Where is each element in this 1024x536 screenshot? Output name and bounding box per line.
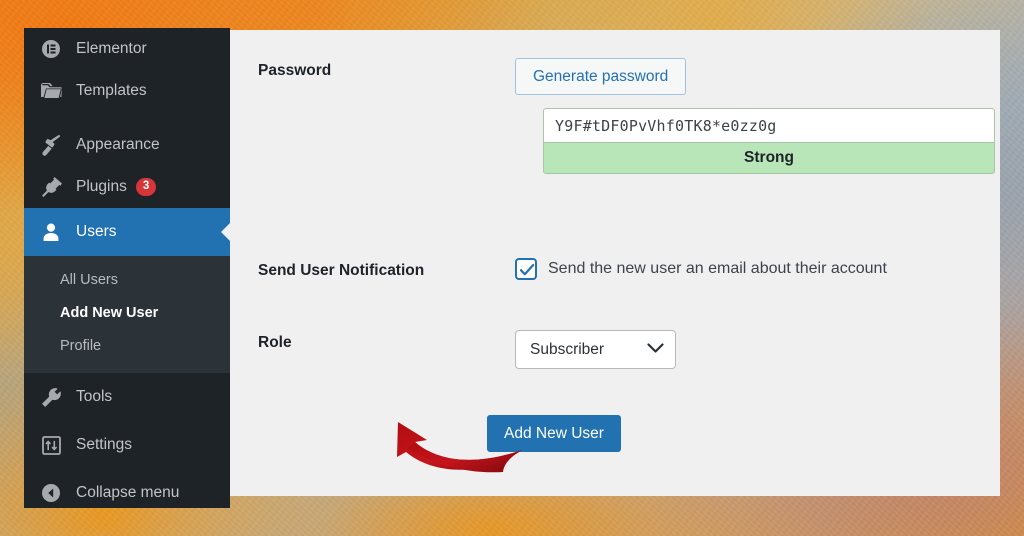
sidebar-item-profile[interactable]: Profile	[24, 330, 230, 363]
role-select-value: Subscriber	[530, 340, 605, 358]
notification-field: Send the new user an email about their a…	[515, 258, 887, 280]
sidebar-item-tools[interactable]: Tools	[24, 373, 230, 421]
sidebar-item-label: Users	[76, 223, 117, 240]
password-field-group: Strong	[543, 108, 995, 174]
send-user-notification-label: Send User Notification	[258, 262, 425, 279]
role-label: Role	[258, 334, 292, 351]
sidebar-item-label: Templates	[76, 82, 147, 99]
generate-password-button[interactable]: Generate password	[515, 58, 687, 96]
password-label: Password	[258, 62, 332, 79]
password-strength-indicator: Strong	[543, 142, 995, 174]
send-user-notification-row: Send User Notification Send the new user…	[230, 258, 1000, 280]
sidebar-item-settings[interactable]: Settings	[24, 421, 230, 469]
sidebar-divider	[24, 112, 230, 124]
sidebar-item-collapse-menu[interactable]: Collapse menu	[24, 469, 230, 508]
sidebar-item-appearance[interactable]: Appearance	[24, 124, 230, 166]
role-select[interactable]: Subscriber	[515, 330, 676, 369]
add-new-user-submit-button[interactable]: Add New User	[487, 415, 621, 453]
collapse-arrow-icon	[38, 482, 64, 504]
sidebar-item-label: Elementor	[76, 40, 147, 57]
user-icon	[38, 221, 64, 243]
plug-icon	[38, 176, 64, 198]
send-notification-checkbox[interactable]	[515, 258, 537, 280]
sidebar-item-label: Plugins	[76, 178, 127, 195]
wrench-icon	[38, 386, 64, 408]
chevron-down-icon	[647, 341, 664, 359]
notification-checkbox-label: Send the new user an email about their a…	[548, 260, 887, 277]
role-row: Role Subscriber	[230, 330, 1000, 369]
folder-icon	[38, 80, 64, 102]
paintbrush-icon	[38, 134, 64, 156]
sidebar-item-label: Appearance	[76, 136, 160, 153]
sidebar-item-label: Tools	[76, 388, 113, 406]
sidebar-item-label: Settings	[76, 436, 133, 454]
sidebar-item-plugins[interactable]: Plugins 3	[24, 166, 230, 208]
users-submenu: All Users Add New User Profile	[24, 256, 230, 374]
sidebar-item-label: Collapse menu	[76, 484, 180, 502]
elementor-icon	[38, 38, 64, 60]
sidebar-item-all-users[interactable]: All Users	[24, 264, 230, 297]
sidebar-item-elementor[interactable]: Elementor	[24, 28, 230, 70]
add-new-user-form-panel: Password Generate password Strong Send U…	[230, 30, 1000, 496]
current-item-notch	[221, 223, 230, 241]
sidebar-item-templates[interactable]: Templates	[24, 70, 230, 112]
sliders-icon	[38, 434, 64, 456]
sidebar-item-users[interactable]: Users	[24, 208, 230, 256]
plugins-update-badge: 3	[135, 178, 157, 196]
password-input[interactable]	[543, 108, 995, 142]
admin-sidebar: Elementor Templates Appearance Plugins 3…	[24, 28, 230, 508]
sidebar-item-add-new-user[interactable]: Add New User	[24, 297, 230, 330]
password-row: Password Generate password	[230, 58, 1000, 96]
